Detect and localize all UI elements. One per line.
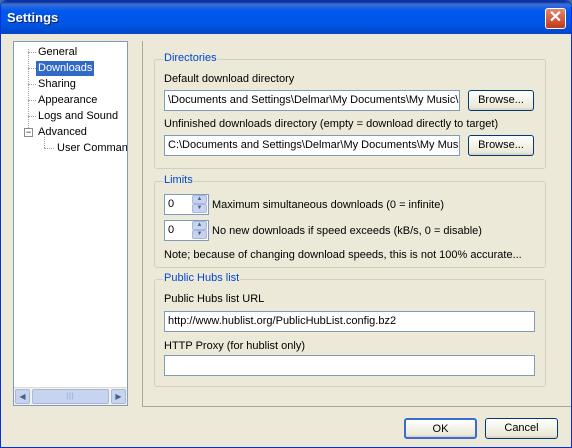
scroll-left-button[interactable]: ◀ bbox=[15, 389, 30, 404]
tree-horizontal-scrollbar[interactable]: ◀ ||| ▶ bbox=[14, 387, 127, 405]
tree-item-appearance[interactable]: Appearance bbox=[38, 93, 97, 108]
close-icon: ✕ bbox=[548, 9, 563, 26]
limits-group: Limits 0 ▲ ▼ Maximum simultaneous downlo… bbox=[154, 174, 546, 268]
speed-limit-value[interactable]: 0 bbox=[168, 224, 174, 236]
directories-group: Directories Default download directory \… bbox=[154, 52, 546, 169]
http-proxy-label: HTTP Proxy (for hublist only) bbox=[164, 340, 306, 352]
unfinished-directory-label: Unfinished downloads directory (empty = … bbox=[164, 118, 499, 130]
arrow-up-icon: ▲ bbox=[196, 222, 203, 228]
tree-item-downloads[interactable]: Downloads bbox=[36, 61, 95, 76]
ok-button[interactable]: OK bbox=[404, 418, 477, 439]
public-hubs-legend: Public Hubs list bbox=[163, 272, 241, 284]
spin-up-button[interactable]: ▲ bbox=[192, 195, 207, 204]
max-downloads-label: Maximum simultaneous downloads (0 = infi… bbox=[212, 199, 445, 211]
scroll-right-button[interactable]: ▶ bbox=[111, 389, 126, 404]
collapse-icon[interactable]: − bbox=[24, 128, 33, 137]
directories-legend: Directories bbox=[163, 52, 218, 64]
speed-limit-label: No new downloads if speed exceeds (kB/s,… bbox=[212, 225, 482, 237]
max-downloads-value[interactable]: 0 bbox=[168, 198, 174, 210]
tree-line bbox=[28, 100, 36, 101]
window-title: Settings bbox=[7, 10, 59, 25]
http-proxy-field[interactable] bbox=[164, 355, 535, 376]
browse-default-button[interactable]: Browse... bbox=[468, 90, 534, 111]
hublist-url-field[interactable]: http://www.hublist.org/PublicHubList.con… bbox=[164, 311, 535, 332]
settings-tree[interactable]: General Downloads Sharing Appearance Log… bbox=[13, 41, 128, 406]
spin-up-button[interactable]: ▲ bbox=[192, 221, 207, 230]
default-directory-label: Default download directory bbox=[164, 73, 295, 85]
cancel-button[interactable]: Cancel bbox=[485, 418, 558, 439]
spin-down-button[interactable]: ▼ bbox=[192, 230, 207, 239]
spin-down-button[interactable]: ▼ bbox=[192, 204, 207, 213]
hublist-url-label: Public Hubs list URL bbox=[164, 293, 265, 305]
tree-line bbox=[28, 84, 36, 85]
default-directory-field[interactable]: \Documents and Settings\Delmar\My Docume… bbox=[164, 90, 460, 111]
limits-note: Note; because of changing download speed… bbox=[164, 249, 522, 261]
arrow-left-icon: ◀ bbox=[19, 392, 26, 401]
public-hubs-group: Public Hubs list Public Hubs list URL ht… bbox=[154, 272, 546, 387]
tree-item-user-commands[interactable]: User Commands bbox=[57, 141, 127, 156]
arrow-right-icon: ▶ bbox=[115, 392, 122, 401]
scroll-thumb[interactable]: ||| bbox=[32, 389, 109, 404]
tree-line bbox=[28, 49, 29, 132]
dialog-footer: OK Cancel bbox=[1, 407, 571, 447]
browse-unfinished-button[interactable]: Browse... bbox=[468, 135, 534, 156]
tree-line bbox=[28, 68, 36, 69]
tree-line bbox=[28, 52, 36, 53]
tree-line bbox=[44, 148, 54, 149]
arrow-up-icon: ▲ bbox=[196, 196, 203, 202]
tree-line bbox=[28, 116, 36, 117]
settings-window: Settings ✕ General Downloads Sharing App… bbox=[0, 0, 572, 448]
title-bar[interactable]: Settings ✕ bbox=[1, 1, 571, 34]
limits-legend: Limits bbox=[163, 174, 194, 186]
panel-divider bbox=[142, 41, 143, 406]
max-downloads-spinner[interactable]: 0 ▲ ▼ bbox=[164, 194, 209, 215]
tree-item-general[interactable]: General bbox=[38, 45, 77, 60]
speed-limit-spinner[interactable]: 0 ▲ ▼ bbox=[164, 220, 209, 241]
tree-item-logs-and-sound[interactable]: Logs and Sound bbox=[38, 109, 118, 124]
close-button[interactable]: ✕ bbox=[545, 8, 566, 29]
tree-item-advanced[interactable]: Advanced bbox=[38, 125, 87, 140]
unfinished-directory-field[interactable]: C:\Documents and Settings\Delmar\My Docu… bbox=[164, 135, 460, 156]
tree-content: General Downloads Sharing Appearance Log… bbox=[14, 42, 127, 386]
arrow-down-icon: ▼ bbox=[196, 231, 203, 237]
arrow-down-icon: ▼ bbox=[196, 205, 203, 211]
tree-item-sharing[interactable]: Sharing bbox=[38, 77, 76, 92]
